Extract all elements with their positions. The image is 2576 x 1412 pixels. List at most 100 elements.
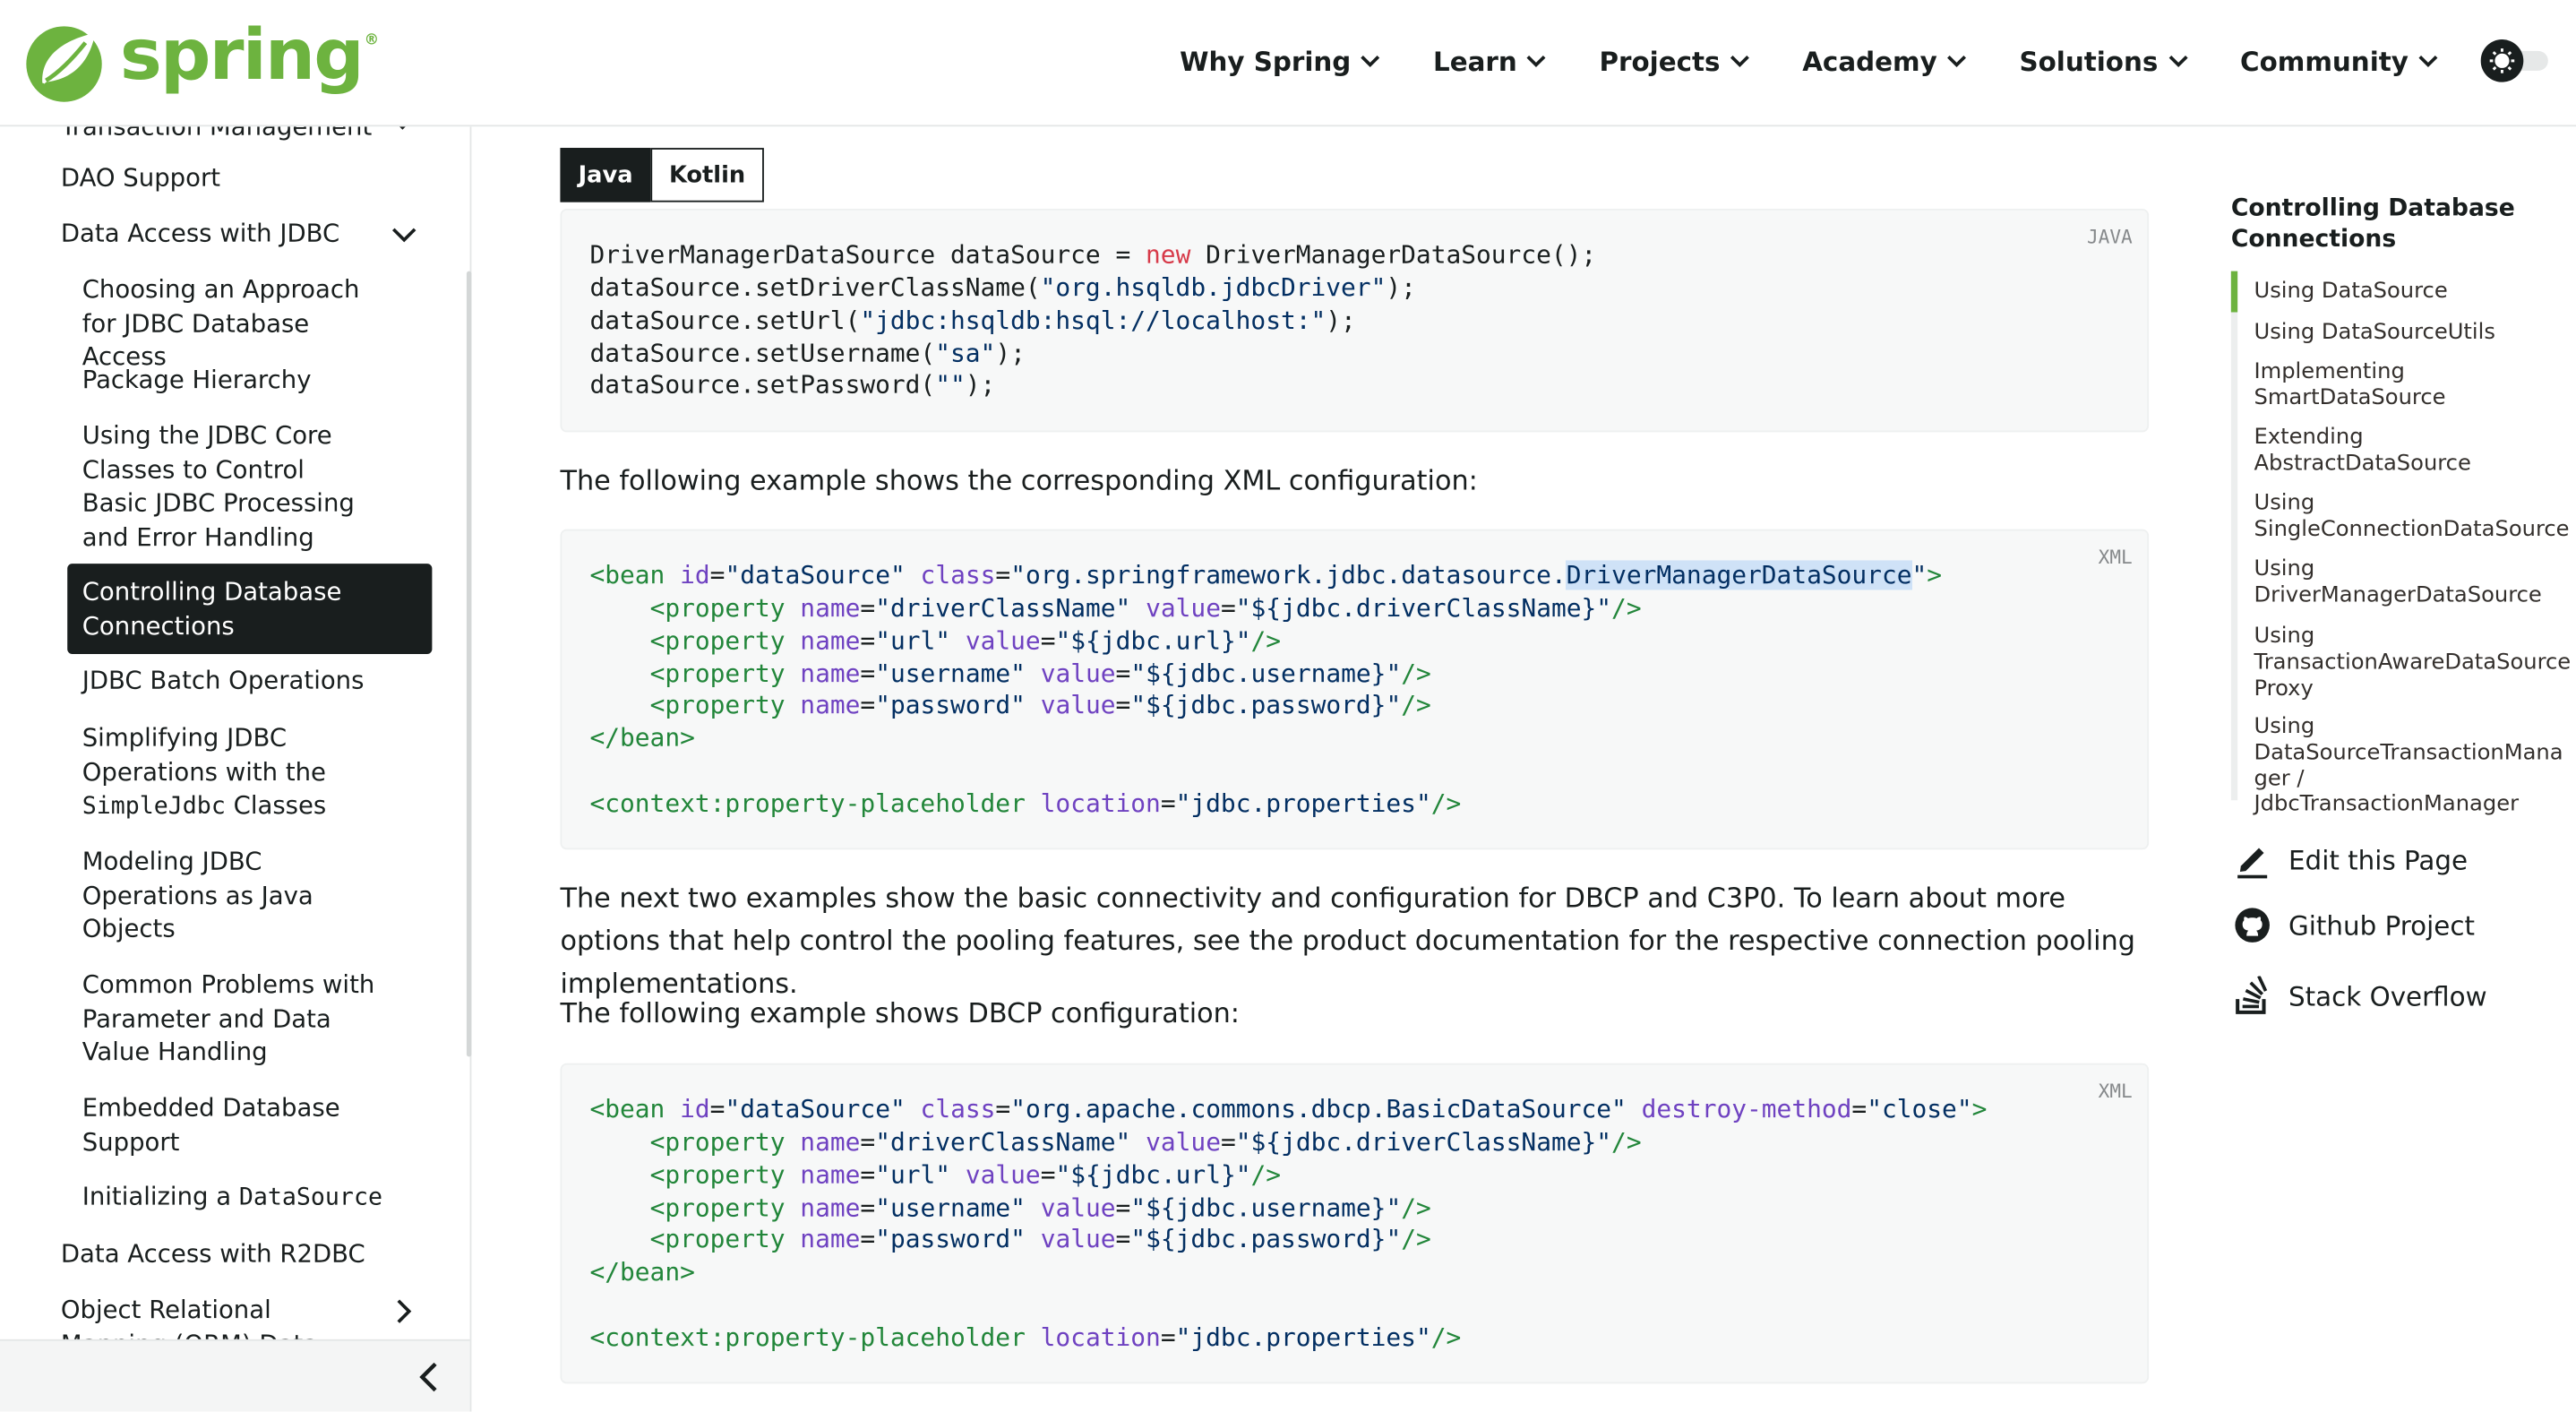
toc-item-abstractdatasource[interactable]: Extending AbstractDataSource bbox=[2254, 426, 2501, 478]
toc-item-transactionaware[interactable]: Using TransactionAwareDataSource Proxy bbox=[2254, 624, 2572, 702]
link-label: Stack Overflow bbox=[2288, 980, 2487, 1012]
chevron-left-icon[interactable] bbox=[417, 1361, 441, 1394]
toc-item-transaction-manager[interactable]: Using DataSourceTransactionMana ger / Jd… bbox=[2254, 715, 2563, 819]
nav-label: Projects bbox=[1599, 45, 1721, 77]
chevron-down-icon bbox=[2418, 55, 2438, 68]
paragraph-dbcp-intro: The following example shows DBCP configu… bbox=[560, 997, 1241, 1029]
spring-logo[interactable]: spring ® bbox=[23, 13, 379, 105]
toc-item-drivermanager[interactable]: Using DriverManagerDataSource bbox=[2254, 557, 2550, 609]
tab-label: Java bbox=[578, 161, 633, 189]
nav-label: Learn bbox=[1433, 45, 1517, 77]
sidebar-item-initializing-datasource[interactable]: Initializing a DataSource bbox=[82, 1180, 411, 1215]
sidebar-item-label: Modeling JDBC Operations as Java Objects bbox=[82, 846, 313, 943]
code-content: <bean id="dataSource" class="org.springf… bbox=[589, 560, 1943, 819]
sidebar-item-simplejdbc[interactable]: Simplifying JDBC Operations with the Sim… bbox=[82, 721, 362, 824]
toc-item-smartdatasource[interactable]: Implementing SmartDataSource bbox=[2254, 360, 2501, 412]
sidebar-item-label: Initializing a bbox=[82, 1181, 232, 1211]
chevron-down-icon[interactable] bbox=[391, 227, 417, 243]
sidebar-item-code: SimpleJdbc bbox=[82, 793, 226, 821]
code-language-label: XML bbox=[2098, 545, 2133, 569]
chevron-down-icon bbox=[1947, 55, 1967, 68]
site-header: spring ® Why Spring Learn Projects Academ… bbox=[0, 0, 2576, 127]
tab-label: Kotlin bbox=[668, 161, 746, 189]
sidebar-item-r2dbc[interactable]: Data Access with R2DBC bbox=[61, 1237, 390, 1271]
code-language-label: JAVA bbox=[2086, 225, 2133, 248]
sidebar-item-label: Using the JDBC Core Classes to Control B… bbox=[82, 420, 355, 552]
toc-item-singleconnection[interactable]: Using SingleConnectionDataSource bbox=[2254, 491, 2570, 543]
nav-community[interactable]: Community bbox=[2240, 45, 2438, 76]
sidebar-item-data-access-jdbc[interactable]: Data Access with JDBC bbox=[61, 217, 390, 251]
link-label: Edit this Page bbox=[2288, 843, 2469, 875]
toc-active-indicator bbox=[2230, 271, 2238, 313]
paragraph-pooling: The next two examples show the basic con… bbox=[560, 882, 2135, 1000]
selected-text: DriverManagerDataSource bbox=[1566, 560, 1912, 590]
docs-sidebar: Transaction Management DAO Support Data … bbox=[0, 126, 472, 1412]
nav-projects[interactable]: Projects bbox=[1599, 45, 1749, 76]
sidebar-item-label: Simplifying JDBC Operations with the bbox=[82, 723, 326, 787]
main-nav: Why Spring Learn Projects Academy Soluti… bbox=[1180, 0, 2438, 122]
toc-track bbox=[2230, 271, 2238, 801]
sidebar-item-modeling-operations[interactable]: Modeling JDBC Operations as Java Objects bbox=[82, 845, 354, 946]
sidebar-item-label: DAO Support bbox=[60, 162, 221, 193]
tab-java[interactable]: Java bbox=[560, 148, 651, 202]
pencil-icon bbox=[2237, 848, 2268, 879]
nav-why-spring[interactable]: Why Spring bbox=[1180, 45, 1380, 76]
link-label: Github Project bbox=[2288, 909, 2475, 942]
dbcp-code-block: XML <bean id="dataSource" class="org.apa… bbox=[560, 1063, 2150, 1384]
code-language-tabs: Java Kotlin bbox=[560, 148, 764, 202]
sidebar-item-embedded-database[interactable]: Embedded Database Support bbox=[82, 1091, 345, 1158]
sidebar-item-dao-support[interactable]: DAO Support bbox=[61, 161, 390, 195]
sidebar-item-code: DataSource bbox=[238, 1184, 382, 1211]
nav-label: Academy bbox=[1802, 45, 1937, 77]
sidebar-item-label: Transaction Management bbox=[61, 126, 372, 142]
sidebar-item-label: Data Access with R2DBC bbox=[60, 1238, 365, 1269]
sidebar-item-label: Embedded Database Support bbox=[82, 1092, 340, 1157]
code-content: DriverManagerDataSource dataSource = new… bbox=[589, 239, 1597, 400]
nav-solutions[interactable]: Solutions bbox=[2019, 45, 2187, 76]
sidebar-item-common-problems[interactable]: Common Problems with Parameter and Data … bbox=[82, 968, 378, 1069]
logo-wordmark: spring ® bbox=[119, 13, 379, 97]
chevron-right-icon[interactable] bbox=[396, 1298, 412, 1324]
paragraph-xml-intro: The following example shows the correspo… bbox=[560, 465, 1478, 496]
chevron-down-icon bbox=[2168, 55, 2187, 68]
sidebar-item-active-label: Controlling Database Connections bbox=[82, 576, 342, 641]
sidebar-item-label: Data Access with JDBC bbox=[60, 218, 340, 248]
code-language-label: XML bbox=[2098, 1080, 2133, 1103]
java-code-block: JAVA DriverManagerDataSource dataSource … bbox=[560, 208, 2150, 433]
spring-leaf-icon bbox=[26, 26, 102, 102]
toc-title: Controlling Database Connections bbox=[2230, 195, 2515, 254]
sidebar-item-jdbc-core-classes[interactable]: Using the JDBC Core Classes to Control B… bbox=[82, 419, 374, 554]
toc-item-datasourceutils[interactable]: Using DataSourceUtils bbox=[2254, 321, 2560, 347]
page: spring ® Why Spring Learn Projects Academ… bbox=[0, 0, 2576, 1412]
sidebar-item-label: Choosing an Approach for JDBC Database A… bbox=[82, 274, 360, 372]
sidebar-item-transaction-management[interactable]: Transaction Management bbox=[61, 126, 390, 143]
edit-page-link[interactable]: Edit this Page bbox=[2234, 839, 2468, 879]
sidebar-item-label: Package Hierarchy bbox=[82, 365, 312, 395]
sidebar-item-choosing-approach[interactable]: Choosing an Approach for JDBC Database A… bbox=[82, 272, 394, 374]
tab-kotlin[interactable]: Kotlin bbox=[650, 148, 764, 202]
nav-label: Why Spring bbox=[1180, 45, 1352, 77]
toc-item-using-datasource[interactable]: Using DataSource bbox=[2254, 280, 2560, 306]
chevron-down-icon[interactable] bbox=[392, 126, 412, 130]
stack-overflow-link[interactable]: Stack Overflow bbox=[2234, 976, 2487, 1016]
chevron-down-icon bbox=[1527, 55, 1547, 68]
sidebar-item-label: JDBC Batch Operations bbox=[82, 665, 365, 695]
sidebar-footer bbox=[0, 1339, 470, 1412]
xml-code-block: XML <bean id="dataSource" class="org.spr… bbox=[560, 529, 2150, 850]
registered-mark: ® bbox=[364, 31, 380, 49]
nav-label: Community bbox=[2240, 45, 2409, 77]
chevron-down-icon bbox=[1730, 55, 1749, 68]
stack-overflow-icon bbox=[2236, 976, 2268, 1014]
nav-label: Solutions bbox=[2019, 45, 2159, 77]
github-icon bbox=[2235, 908, 2270, 943]
github-project-link[interactable]: Github Project bbox=[2234, 907, 2475, 943]
sidebar-item-package-hierarchy[interactable]: Package Hierarchy bbox=[82, 363, 411, 397]
sidebar-scrollbar[interactable] bbox=[466, 271, 472, 1057]
nav-learn[interactable]: Learn bbox=[1433, 45, 1547, 76]
sidebar-item-label: Common Problems with Parameter and Data … bbox=[82, 969, 375, 1067]
chevron-down-icon bbox=[1361, 55, 1380, 68]
nav-academy[interactable]: Academy bbox=[1802, 45, 1967, 76]
code-content: <bean id="dataSource" class="org.apache.… bbox=[589, 1094, 1988, 1353]
sidebar-item-batch-operations[interactable]: JDBC Batch Operations bbox=[82, 664, 411, 698]
theme-toggle[interactable] bbox=[2480, 39, 2550, 82]
